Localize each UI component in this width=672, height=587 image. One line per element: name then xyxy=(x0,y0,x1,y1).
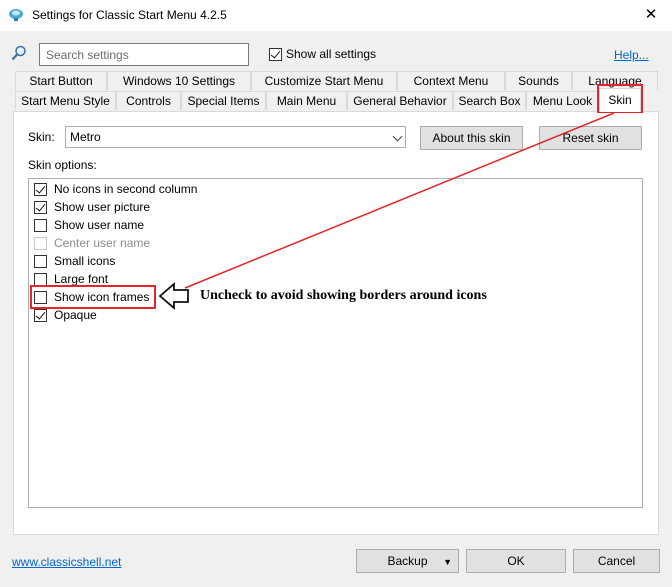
ok-button[interactable]: OK xyxy=(466,549,566,573)
tab-label: Special Items xyxy=(187,94,260,108)
tab-label: General Behavior xyxy=(353,94,447,108)
about-skin-button[interactable]: About this skin xyxy=(420,126,523,150)
option-label: Show user picture xyxy=(54,200,151,214)
show-all-label: Show all settings xyxy=(286,47,377,61)
tab-main-menu[interactable]: Main Menu xyxy=(266,91,347,110)
tab-label: Main Menu xyxy=(276,94,337,108)
option-show-icon-frames[interactable]: Show icon frames xyxy=(34,289,149,305)
skin-options-list: No icons in second column Show user pict… xyxy=(28,178,643,508)
tab-special-items[interactable]: Special Items xyxy=(181,91,266,110)
close-icon[interactable]: ✕ xyxy=(638,5,664,25)
tab-search-box[interactable]: Search Box xyxy=(453,91,526,110)
tab-label: Controls xyxy=(126,94,171,108)
option-checkbox[interactable] xyxy=(34,182,47,196)
tab-label: Search Box xyxy=(458,94,521,108)
option-checkbox xyxy=(34,236,47,250)
window-title: Settings for Classic Start Menu 4.2.5 xyxy=(32,8,227,22)
search-icon xyxy=(11,45,26,61)
tab-label: Sounds xyxy=(518,74,559,88)
tab-label: Skin xyxy=(608,93,632,107)
tab-label: Context Menu xyxy=(413,74,489,88)
tab-menu-look[interactable]: Menu Look xyxy=(526,91,599,110)
tab-label: Customize Start Menu xyxy=(264,74,384,88)
backup-button[interactable]: Backup ▼ xyxy=(356,549,459,573)
option-checkbox[interactable] xyxy=(34,290,47,304)
show-all-settings-checkbox[interactable]: Show all settings xyxy=(269,47,376,61)
button-label: Cancel xyxy=(597,554,636,568)
option-large-font[interactable]: Large font xyxy=(34,271,108,287)
tab-general-behavior[interactable]: General Behavior xyxy=(347,91,453,110)
tab-skin[interactable]: Skin xyxy=(599,88,641,112)
tab-start-menu-style[interactable]: Start Menu Style xyxy=(15,91,116,110)
skin-selected-value: Metro xyxy=(70,130,101,144)
button-label: Reset skin xyxy=(562,131,619,145)
title-bar: Settings for Classic Start Menu 4.2.5 ✕ xyxy=(0,0,672,31)
option-checkbox[interactable] xyxy=(34,218,47,232)
option-small-icons[interactable]: Small icons xyxy=(34,253,115,269)
show-all-check[interactable] xyxy=(269,47,282,61)
tab-start-button[interactable]: Start Button xyxy=(15,71,107,90)
chevron-down-icon xyxy=(392,131,403,142)
option-show-user-picture[interactable]: Show user picture xyxy=(34,199,150,215)
option-show-user-name[interactable]: Show user name xyxy=(34,217,144,233)
dropdown-arrow-icon: ▼ xyxy=(443,557,452,567)
tab-controls[interactable]: Controls xyxy=(116,91,181,110)
option-checkbox[interactable] xyxy=(34,308,47,322)
shell-app-icon xyxy=(9,9,23,21)
skin-dropdown[interactable]: Metro xyxy=(65,126,406,148)
skin-options-label: Skin options: xyxy=(28,158,97,172)
option-label: Large font xyxy=(54,272,109,286)
option-label: Opaque xyxy=(54,308,97,322)
button-label: About this skin xyxy=(432,131,511,145)
reset-skin-button[interactable]: Reset skin xyxy=(539,126,642,150)
button-label: OK xyxy=(507,554,525,568)
option-label: Center user name xyxy=(54,236,151,250)
button-label: Backup xyxy=(387,554,428,568)
tab-label: Language xyxy=(588,74,642,88)
search-input[interactable] xyxy=(39,43,249,66)
tab-windows-10-settings[interactable]: Windows 10 Settings xyxy=(107,71,251,90)
option-opaque[interactable]: Opaque xyxy=(34,307,97,323)
classicshell-website-link[interactable]: www.classicshell.net xyxy=(12,555,121,569)
tab-context-menu[interactable]: Context Menu xyxy=(397,71,505,90)
option-label: No icons in second column xyxy=(54,182,198,196)
tab-label: Start Menu Style xyxy=(21,94,110,108)
option-checkbox[interactable] xyxy=(34,254,47,268)
option-label: Show user name xyxy=(54,218,145,232)
tab-label: Start Button xyxy=(29,74,93,88)
cancel-button[interactable]: Cancel xyxy=(573,549,660,573)
option-no-icons-second-column[interactable]: No icons in second column xyxy=(34,181,197,197)
help-link[interactable]: Help... xyxy=(614,48,649,62)
tab-label: Menu Look xyxy=(532,94,593,108)
option-checkbox[interactable] xyxy=(34,200,47,214)
option-center-user-name: Center user name xyxy=(34,235,150,251)
annotation-text: Uncheck to avoid showing borders around … xyxy=(200,288,487,303)
option-label: Show icon frames xyxy=(54,290,150,304)
tab-sounds[interactable]: Sounds xyxy=(505,71,572,90)
option-label: Small icons xyxy=(54,254,116,268)
tab-customize-start-menu[interactable]: Customize Start Menu xyxy=(251,71,397,90)
option-checkbox[interactable] xyxy=(34,272,47,286)
tab-label: Windows 10 Settings xyxy=(122,74,236,88)
skin-label: Skin: xyxy=(28,130,55,144)
